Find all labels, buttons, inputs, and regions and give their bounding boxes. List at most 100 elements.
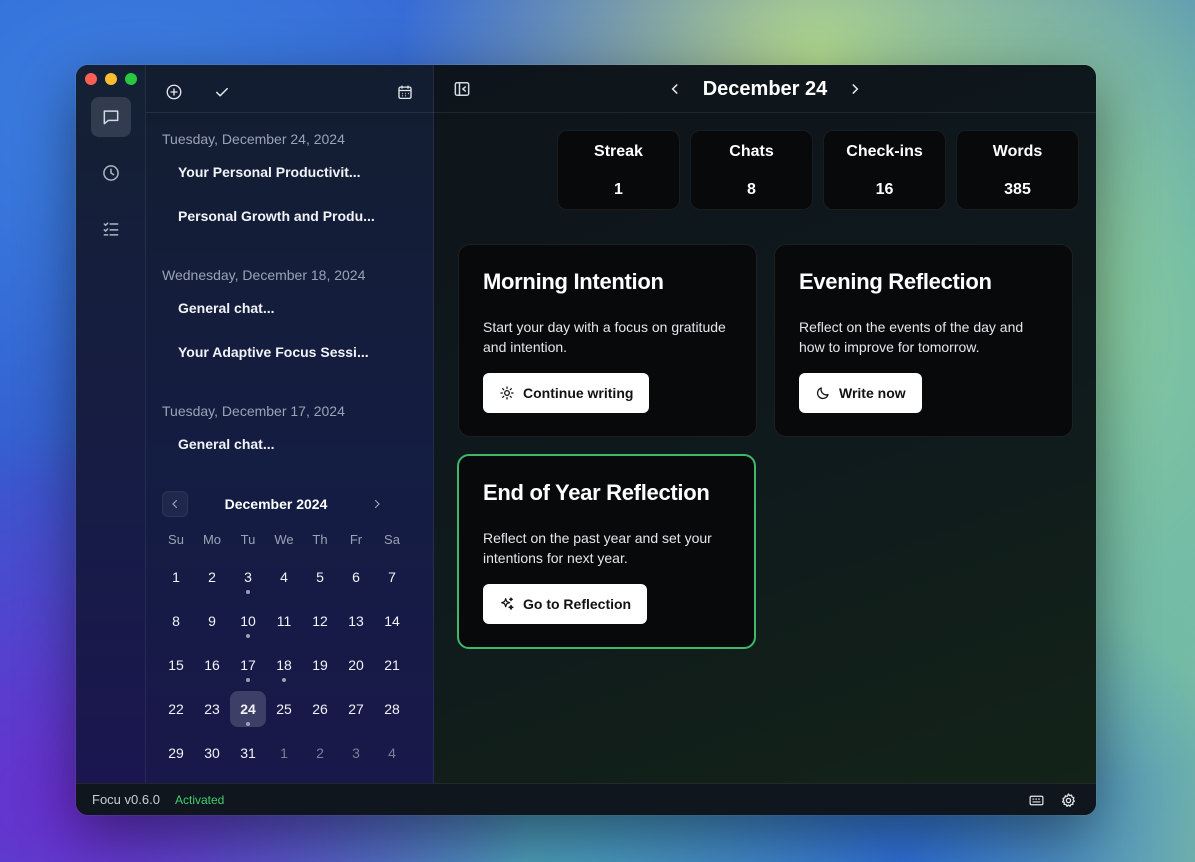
calendar-day[interactable]: 18 [266,643,302,687]
new-chat-button[interactable] [164,82,184,102]
calendar-day-selected[interactable]: 24 [230,687,266,731]
chevron-right-icon [852,84,859,94]
calendar-day[interactable]: 30 [194,731,230,775]
sparkles-icon [501,597,514,610]
calendar-weekday-label: We [274,532,294,547]
calendar-weekday-label: Sa [384,532,400,547]
keyboard-shortcuts-button[interactable] [1026,790,1046,810]
chevron-right-icon [374,499,380,509]
calendar-toggle-button[interactable] [395,82,415,102]
calendar-day-number: 7 [388,569,396,585]
calendar-day[interactable]: 29 [158,731,194,775]
calendar-weekday-label: Mo [202,532,222,547]
gear-icon [1061,792,1075,807]
entry-indicator-dot [246,722,250,726]
calendar-day[interactable]: 2 [302,731,338,775]
calendar-day[interactable]: 1 [266,731,302,775]
stat-label: Chats [729,143,774,160]
calendar-day[interactable]: 14 [374,599,410,643]
calendar-day-number: 13 [348,613,364,629]
calendar-day[interactable]: 6 [338,555,374,599]
sidebar: Tuesday, December 24, 2024 Your Personal… [146,65,434,783]
calendar-day-number: 2 [208,569,216,585]
calendar-day[interactable]: 3 [338,731,374,775]
calendar-day[interactable]: 16 [194,643,230,687]
stat-chats: Chats 8 [690,130,813,210]
calendar-day[interactable]: 13 [338,599,374,643]
calendar-day-number: 31 [240,745,256,761]
history-date-header: Tuesday, December 17, 2024 [162,403,345,419]
calendar-weekday-label: Fr [349,532,363,547]
calendar-day-number: 26 [312,701,328,717]
card-title: End of Year Reflection [483,480,710,505]
calendar-day[interactable]: 2 [194,555,230,599]
go-to-reflection-button[interactable]: Go to Reflection [483,584,648,624]
calendar-day[interactable]: 20 [338,643,374,687]
calendar-day-number: 22 [168,701,184,717]
rail-tasks-button[interactable] [91,209,131,249]
history-item[interactable]: Your Personal Productivit... [146,150,434,194]
calendar-day-number: 12 [312,613,328,629]
calendar-day[interactable]: 17 [230,643,266,687]
calendar-day[interactable]: 25 [266,687,302,731]
maximize-window-button[interactable] [125,73,137,85]
calendar-day[interactable]: 12 [302,599,338,643]
card-title: Morning Intention [483,269,664,294]
plus-circle-icon [166,84,182,100]
calendar-day-number: 6 [352,569,360,585]
calendar-day-number: 11 [276,613,292,629]
history-item[interactable]: General chat... [146,286,434,330]
calendar-day-number: 16 [204,657,220,673]
calendar-day-number: 9 [208,613,216,629]
calendar-day-number: 1 [280,745,288,761]
rail-chat-button[interactable] [91,97,131,137]
moon-icon [816,387,829,400]
entry-indicator-dot [246,590,250,594]
check-in-button[interactable] [212,82,232,102]
calendar-day-number: 4 [388,745,396,761]
calendar-day[interactable]: 22 [158,687,194,731]
calendar-day[interactable]: 26 [302,687,338,731]
calendar-day[interactable]: 27 [338,687,374,731]
calendar-day-number: 27 [348,701,364,717]
entry-indicator-dot [246,678,250,682]
write-now-button[interactable]: Write now [799,373,922,413]
calendar-day[interactable]: 8 [158,599,194,643]
calendar-next-month-button[interactable] [364,491,390,517]
calendar-day[interactable]: 3 [230,555,266,599]
history-item[interactable]: Your Adaptive Focus Sessi... [146,330,434,374]
close-window-button[interactable] [85,73,97,85]
calendar-day[interactable]: 7 [374,555,410,599]
calendar-day[interactable]: 11 [266,599,302,643]
stat-value: 1 [614,181,623,198]
calendar-day[interactable]: 28 [374,687,410,731]
calendar-day[interactable]: 10 [230,599,266,643]
sun-icon [500,386,514,400]
calendar-day-number: 29 [168,745,184,761]
calendar-day[interactable]: 31 [230,731,266,775]
card-description: Reflect on the past year and set your in… [483,530,712,566]
calendar-day[interactable]: 1 [158,555,194,599]
calendar-grid: Su Mo Tu We Th Fr Sa 1 2 3 4 5 6 7 8 9 10 11 12 13 14 15 16 17 1… [158,525,410,775]
history-item[interactable]: General chat... [146,422,434,466]
settings-button[interactable] [1058,790,1078,810]
calendar-day[interactable]: 4 [266,555,302,599]
history-item[interactable]: Personal Growth and Produ... [146,194,434,238]
button-label: Go to Reflection [523,596,632,612]
next-day-button[interactable] [845,79,865,99]
calendar-day[interactable]: 15 [158,643,194,687]
app-window: Tuesday, December 24, 2024 Your Personal… [76,65,1096,815]
minimize-window-button[interactable] [105,73,117,85]
calendar-day[interactable]: 5 [302,555,338,599]
app-version: Focu v0.6.0 [92,792,160,807]
continue-writing-button[interactable]: Continue writing [483,373,650,413]
calendar-day[interactable]: 19 [302,643,338,687]
calendar-day[interactable]: 9 [194,599,230,643]
calendar-day[interactable]: 23 [194,687,230,731]
calendar-day[interactable]: 21 [374,643,410,687]
rail-history-button[interactable] [91,153,131,193]
calendar-day[interactable]: 4 [374,731,410,775]
history-date-header: Wednesday, December 18, 2024 [162,267,366,283]
calendar-day-number: 15 [168,657,184,673]
keyboard-icon [1029,795,1043,805]
